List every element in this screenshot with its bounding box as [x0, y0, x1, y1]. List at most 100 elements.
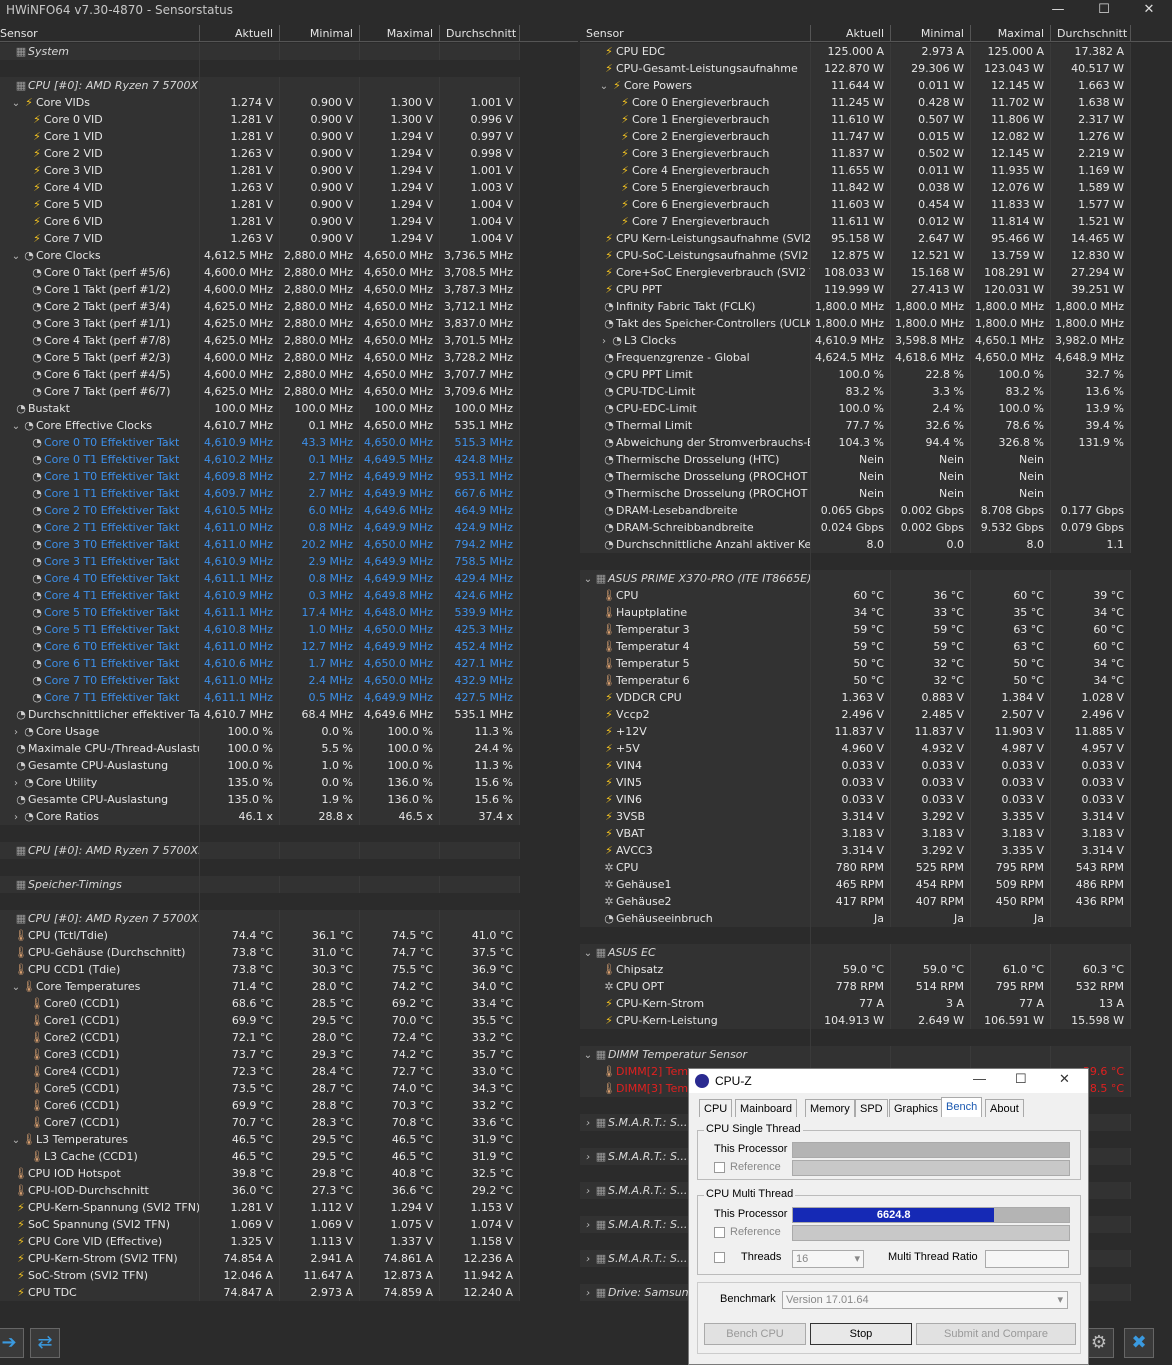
- sensor-row[interactable]: ⚡ Core 1 VID 1.281 V 0.900 V 1.294 V 0.997 V: [0, 128, 578, 145]
- sensor-row[interactable]: ⚡ CPU-Gesamt-Leistungsaufnahme 122.870 W 29…: [580, 60, 1172, 77]
- sensor-row[interactable]: 🌡CPU 60 °C 36 °C 60 °C 39 °C: [580, 587, 1172, 604]
- sensor-group-row[interactable]: ⌄ ▦ DIMM Temperatur Sensor: [580, 1046, 1172, 1063]
- header-avg[interactable]: Durchschnitt: [440, 25, 520, 42]
- sensor-row[interactable]: ◔ CPU-TDC-Limit 83.2 % 3.3 % 83.2 % 13.6 %: [580, 383, 1172, 400]
- sensor-group-row[interactable]: ⌄ ▦ ASUS EC: [580, 944, 1172, 961]
- sensor-row[interactable]: ◔ Abweichung der Stromverbrauchs-Be... 104…: [580, 434, 1172, 451]
- sensor-row[interactable]: ⚡ Core 7 VID 1.263 V 0.900 V 1.294 V 1.004 V: [0, 230, 578, 247]
- sensor-row[interactable]: ⚡ CPU-SoC-Leistungsaufnahme (SVI2 T... 12.…: [580, 247, 1172, 264]
- chevron-right-icon[interactable]: ›: [582, 1251, 594, 1267]
- sensor-row[interactable]: ⌄ ⚡ Core Powers 11.644 W 0.011 W 12.145 W 1.66…: [580, 77, 1172, 94]
- sensor-row[interactable]: ⚡ CPU TDC 74.847 A 2.973 A 74.859 A 12.240 A: [0, 1284, 578, 1301]
- sensor-row[interactable]: ◔ Durchschnittlicher effektiver Takt 4,610…: [0, 706, 578, 723]
- sensor-group-row[interactable]: ▦ System: [0, 43, 578, 60]
- sensor-row[interactable]: ◔ Core 7 Takt (perf #6/7) 4,625.0 MHz 2,880…: [0, 383, 578, 400]
- chevron-down-icon[interactable]: ⌄: [10, 1132, 22, 1148]
- sensor-row[interactable]: 🌡Core6 (CCD1) 69.9 °C 28.8 °C 70.3 °C 33.2 °…: [0, 1097, 578, 1114]
- sensor-row[interactable]: ◔ Core 5 T0 Effektiver Takt 4,611.1 MHz 17.…: [0, 604, 578, 621]
- sensor-row[interactable]: ◔ Gesamte CPU-Auslastung 135.0 % 1.9 % 136.0…: [0, 791, 578, 808]
- header-min[interactable]: Minimal: [280, 25, 360, 42]
- close-x-icon[interactable]: ✖: [1124, 1328, 1154, 1358]
- chevron-right-icon[interactable]: ›: [10, 809, 22, 825]
- sensor-row[interactable]: 🌡CPU CCD1 (Tdie) 73.8 °C 30.3 °C 75.5 °C 36.…: [0, 961, 578, 978]
- chevron-down-icon[interactable]: ⌄: [582, 1047, 594, 1063]
- sensor-row[interactable]: ⚡ SoC-Strom (SVI2 TFN) 12.046 A 11.647 A 12.…: [0, 1267, 578, 1284]
- sensor-row[interactable]: 🌡Temperatur 5 50 °C 32 °C 50 °C 34 °C: [580, 655, 1172, 672]
- sensor-row[interactable]: 🌡Core1 (CCD1) 69.9 °C 29.5 °C 70.0 °C 35.5 °…: [0, 1012, 578, 1029]
- sensor-row[interactable]: ◔ Core 4 T1 Effektiver Takt 4,610.9 MHz 0.3…: [0, 587, 578, 604]
- chevron-down-icon[interactable]: ⌄: [582, 571, 594, 587]
- chevron-right-icon[interactable]: ›: [10, 724, 22, 740]
- sensor-row[interactable]: ◔ Thermal Limit 77.7 % 32.6 % 78.6 % 39.4 %: [580, 417, 1172, 434]
- sensor-row[interactable]: 🌡Core2 (CCD1) 72.1 °C 28.0 °C 72.4 °C 33.2 °…: [0, 1029, 578, 1046]
- sensor-row[interactable]: ◔ Takt des Speicher-Controllers (UCLK) 1,8…: [580, 315, 1172, 332]
- sensor-row[interactable]: ⚡ Core 2 Energieverbrauch 11.747 W 0.015 W1…: [580, 128, 1172, 145]
- chevron-right-icon[interactable]: ›: [582, 1183, 594, 1199]
- header-max-right[interactable]: Maximal: [971, 25, 1051, 42]
- sensor-row[interactable]: 🌡Chipsatz 59.0 °C 59.0 °C 61.0 °C 60.3 °C: [580, 961, 1172, 978]
- header-current[interactable]: Aktuell: [200, 25, 280, 42]
- sensor-row[interactable]: ◔ Core 7 T0 Effektiver Takt 4,611.0 MHz 2.4…: [0, 672, 578, 689]
- sensor-row[interactable]: ◔ Gesamte CPU-Auslastung 100.0 % 1.0 % 100.0…: [0, 757, 578, 774]
- sensor-row[interactable]: ◔ Core 0 T0 Effektiver Takt 4,610.9 MHz 43.…: [0, 434, 578, 451]
- sensor-row[interactable]: ◔ DRAM-Lesebandbreite 0.065 Gbps 0.002 Gbps…: [580, 502, 1172, 519]
- sensor-row[interactable]: ◔ Durchschnittliche Anzahl aktiver Kerne 8…: [580, 536, 1172, 553]
- sensor-row[interactable]: › ◔ Core Utility 135.0 % 0.0 % 136.0 % 15.6 %: [0, 774, 578, 791]
- sensor-row[interactable]: ◔ Core 4 Takt (perf #7/8) 4,625.0 MHz 2,880…: [0, 332, 578, 349]
- chevron-right-icon[interactable]: ›: [10, 775, 22, 791]
- sensor-row[interactable]: ⚡ Core 6 Energieverbrauch 11.603 W 0.454 W1…: [580, 196, 1172, 213]
- sensor-row[interactable]: ⚡ Core+SoC Energieverbrauch (SVI2 T... 108…: [580, 264, 1172, 281]
- tab-memory[interactable]: Memory: [805, 1099, 855, 1117]
- header-max[interactable]: Maximal: [360, 25, 440, 42]
- sensor-row[interactable]: 🌡Temperatur 3 59 °C 59 °C 63 °C 60 °C: [580, 621, 1172, 638]
- sensor-row[interactable]: 🌡Core0 (CCD1) 68.6 °C 28.5 °C 69.2 °C 33.4 °…: [0, 995, 578, 1012]
- header-current-right[interactable]: Aktuell: [811, 25, 891, 42]
- header-avg-right[interactable]: Durchschnitt: [1051, 25, 1131, 42]
- sensor-row[interactable]: ◔ Gehäuseeinbruch Ja Ja Ja: [580, 910, 1172, 927]
- sensor-row[interactable]: ◔ Core 5 T1 Effektiver Takt 4,610.8 MHz 1.0…: [0, 621, 578, 638]
- multi-reference-checkbox[interactable]: [714, 1227, 725, 1238]
- chevron-down-icon[interactable]: ⌄: [598, 78, 610, 94]
- tab-mainboard[interactable]: Mainboard: [735, 1099, 797, 1117]
- chevron-down-icon[interactable]: ⌄: [10, 979, 22, 995]
- sensor-row[interactable]: ◔ Bustakt 100.0 MHz 100.0 MHz 100.0 MHz 100.0…: [0, 400, 578, 417]
- threads-select[interactable]: 16 ▾: [792, 1250, 864, 1268]
- sensor-row[interactable]: ⌄ 🌡L3 Temperatures 46.5 °C 29.5 °C 46.5 °C 31…: [0, 1131, 578, 1148]
- sensor-group-row[interactable]: ▦ CPU [#0]: AMD Ryzen 7 5700X: [0, 77, 578, 94]
- sensor-row[interactable]: 🌡Core3 (CCD1) 73.7 °C 29.3 °C 74.2 °C 35.7 °…: [0, 1046, 578, 1063]
- sensor-row[interactable]: ⚡ CPU-Kern-Strom (SVI2 TFN) 74.854 A 2.941 …: [0, 1250, 578, 1267]
- cpuz-minimize-button[interactable]: —: [973, 1071, 986, 1086]
- sensor-row[interactable]: ◔ Core 0 T1 Effektiver Takt 4,610.2 MHz 0.1…: [0, 451, 578, 468]
- sensor-row[interactable]: ⚡ Core 4 Energieverbrauch 11.655 W 0.011 W1…: [580, 162, 1172, 179]
- tab-cpu[interactable]: CPU: [699, 1099, 733, 1117]
- sensor-row[interactable]: ◔ Core 3 Takt (perf #1/1) 4,625.0 MHz 2,880…: [0, 315, 578, 332]
- sensor-row[interactable]: ◔ Core 7 T1 Effektiver Takt 4,611.1 MHz 0.5…: [0, 689, 578, 706]
- header-sensor-right[interactable]: Sensor: [580, 25, 811, 42]
- sensor-group-row[interactable]: ▦ Speicher-Timings: [0, 876, 578, 893]
- sensor-row[interactable]: 🌡CPU-IOD-Durchschnitt 36.0 °C 27.3 °C 36.6 …: [0, 1182, 578, 1199]
- sensor-row[interactable]: ⚡ SoC Spannung (SVI2 TFN) 1.069 V 1.069 V 1.…: [0, 1216, 578, 1233]
- sensor-row[interactable]: ◔ Core 2 T0 Effektiver Takt 4,610.5 MHz 6.0…: [0, 502, 578, 519]
- benchmark-select[interactable]: Version 17.01.64 ▾: [782, 1291, 1068, 1309]
- sensor-row[interactable]: ⚡ +5V 4.960 V 4.932 V 4.987 V 4.957 V: [580, 740, 1172, 757]
- sensor-row[interactable]: ◔ Thermische Drosselung (PROCHOT C... Nein…: [580, 468, 1172, 485]
- sensor-row[interactable]: ⚡ VBAT 3.183 V 3.183 V 3.183 V 3.183 V: [580, 825, 1172, 842]
- submit-compare-button[interactable]: Submit and Compare: [916, 1323, 1076, 1345]
- sensor-row[interactable]: ◔ Core 1 T1 Effektiver Takt 4,609.7 MHz 2.7…: [0, 485, 578, 502]
- sensor-row[interactable]: › ◔ L3 Clocks 4,610.9 MHz 3,598.8 MHz 4,650.1…: [580, 332, 1172, 349]
- chevron-down-icon[interactable]: ⌄: [10, 95, 22, 111]
- header-sensor[interactable]: Sensor: [0, 25, 200, 42]
- sensor-row[interactable]: ⚡ CPU PPT 119.999 W 27.413 W 120.031 W 39.251…: [580, 281, 1172, 298]
- sensor-row[interactable]: ◔ CPU-EDC-Limit 100.0 % 2.4 % 100.0 % 13.9 %: [580, 400, 1172, 417]
- sensor-row[interactable]: ⚡ VIN5 0.033 V 0.033 V 0.033 V 0.033 V: [580, 774, 1172, 791]
- sensor-row[interactable]: ⚡ Core 4 VID 1.263 V 0.900 V 1.294 V 1.003 V: [0, 179, 578, 196]
- arrow-right-icon[interactable]: ➔: [0, 1328, 24, 1358]
- tab-about[interactable]: About: [985, 1099, 1024, 1117]
- sensor-row[interactable]: 🌡CPU IOD Hotspot 39.8 °C 29.8 °C 40.8 °C 32.…: [0, 1165, 578, 1182]
- tab-bench[interactable]: Bench: [941, 1097, 983, 1117]
- sensor-row[interactable]: 🌡Temperatur 4 59 °C 59 °C 63 °C 60 °C: [580, 638, 1172, 655]
- sensor-row[interactable]: ◔ Frequenzgrenze - Global 4,624.5 MHz 4,618…: [580, 349, 1172, 366]
- sensor-row[interactable]: ⚡ AVCC3 3.314 V 3.292 V 3.335 V 3.314 V: [580, 842, 1172, 859]
- chevron-right-icon[interactable]: ›: [582, 1149, 594, 1165]
- sensor-row[interactable]: 🌡Core7 (CCD1) 70.7 °C 28.3 °C 70.8 °C 33.6 °…: [0, 1114, 578, 1131]
